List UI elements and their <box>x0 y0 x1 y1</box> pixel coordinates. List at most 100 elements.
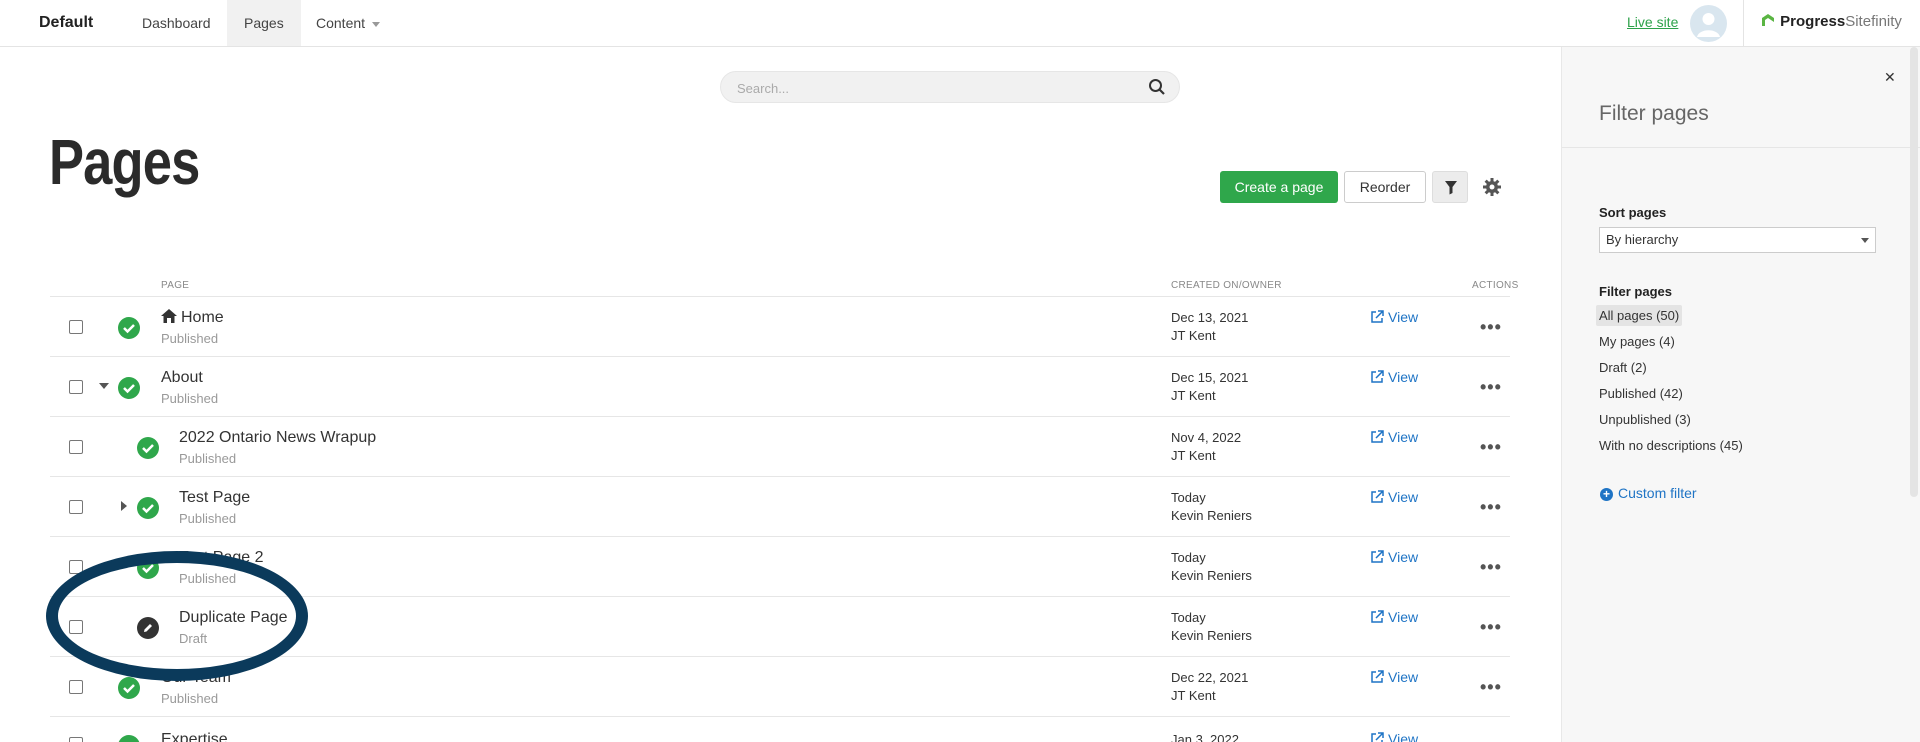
filter-all-pages[interactable]: All pages (50) <box>1596 305 1683 326</box>
collapse-toggle-icon[interactable] <box>99 383 109 389</box>
page-status: Published <box>161 391 219 406</box>
row-checkbox[interactable] <box>69 440 83 454</box>
more-actions-icon[interactable]: ••• <box>1480 557 1502 578</box>
created-date: Nov 4, 2022 <box>1171 430 1242 445</box>
custom-filter-link[interactable]: + Custom filter <box>1600 485 1697 501</box>
created-date: Today <box>1171 490 1206 505</box>
close-icon[interactable]: ✕ <box>1884 69 1896 86</box>
chevron-down-icon <box>1861 238 1869 243</box>
published-status-icon <box>137 497 159 519</box>
page-name[interactable]: Test Page <box>179 489 250 507</box>
published-status-icon <box>137 437 159 459</box>
row-checkbox[interactable] <box>69 737 83 742</box>
page-status: Published <box>161 691 219 706</box>
filter-unpublished[interactable]: Unpublished (3) <box>1596 409 1694 430</box>
published-status-icon <box>118 735 140 742</box>
page-name[interactable]: Home <box>161 309 224 327</box>
table-row[interactable]: Our Team Published Dec 22, 2021 JT Kent … <box>50 656 1510 716</box>
view-link-label: View <box>1388 609 1419 625</box>
view-link-label: View <box>1388 731 1419 742</box>
table-row[interactable]: 2022 Ontario News Wrapup Published Nov 4… <box>50 416 1510 476</box>
view-link[interactable]: View <box>1370 549 1418 565</box>
tab-content-label: Content <box>316 15 366 31</box>
page-name[interactable]: About <box>161 369 203 387</box>
tab-content[interactable]: Content <box>299 0 397 46</box>
row-checkbox[interactable] <box>69 680 83 694</box>
owner-name: JT Kent <box>1171 328 1216 343</box>
view-link-label: View <box>1388 669 1419 685</box>
gear-icon <box>1483 178 1501 196</box>
owner-name: Kevin Reniers <box>1171 508 1252 523</box>
page-name[interactable]: 2022 Ontario News Wrapup <box>179 429 376 447</box>
filter-my-pages[interactable]: My pages (4) <box>1596 331 1678 352</box>
view-link[interactable]: View <box>1370 429 1418 445</box>
tab-pages[interactable]: Pages <box>227 0 301 46</box>
row-checkbox[interactable] <box>69 320 83 334</box>
more-actions-icon[interactable]: ••• <box>1480 617 1502 638</box>
site-name[interactable]: Default <box>39 14 93 32</box>
view-link[interactable]: View <box>1370 669 1418 685</box>
view-link-label: View <box>1388 489 1419 505</box>
panel-divider <box>1562 147 1920 148</box>
logo-text-sitefinity: Sitefinity <box>1845 13 1902 30</box>
filter-pages-label: Filter pages <box>1599 284 1672 299</box>
expand-toggle-icon[interactable] <box>121 501 127 511</box>
more-actions-icon[interactable]: ••• <box>1480 317 1502 338</box>
live-site-link[interactable]: Live site <box>1627 14 1678 30</box>
table-row[interactable]: About Published Dec 15, 2021 JT Kent Vie… <box>50 356 1510 416</box>
external-link-icon <box>1371 310 1384 323</box>
view-link-label: View <box>1388 549 1419 565</box>
sort-pages-value: By hierarchy <box>1606 232 1679 247</box>
sort-pages-select[interactable]: By hierarchy <box>1599 227 1876 253</box>
owner-name: Kevin Reniers <box>1171 568 1252 583</box>
view-link[interactable]: View <box>1370 309 1418 325</box>
column-header-actions: ACTIONS <box>1472 280 1519 291</box>
external-link-icon <box>1371 490 1384 503</box>
filter-no-descriptions[interactable]: With no descriptions (45) <box>1596 435 1746 456</box>
view-link-label: View <box>1388 369 1419 385</box>
view-link[interactable]: View <box>1370 609 1418 625</box>
filter-published[interactable]: Published (42) <box>1596 383 1686 404</box>
logo-text-progress: Progress <box>1780 13 1846 30</box>
home-icon <box>161 309 177 323</box>
settings-button[interactable] <box>1480 175 1504 199</box>
reorder-button[interactable]: Reorder <box>1344 171 1426 203</box>
sort-pages-label: Sort pages <box>1599 205 1667 220</box>
external-link-icon <box>1371 670 1384 683</box>
scrollbar[interactable] <box>1910 47 1918 497</box>
create-page-button[interactable]: Create a page <box>1220 171 1338 203</box>
page-name-text: Home <box>181 309 224 326</box>
table-row[interactable]: Test Page Published Today Kevin Reniers … <box>50 476 1510 536</box>
filter-button[interactable] <box>1432 171 1468 203</box>
created-date: Today <box>1171 550 1206 565</box>
filter-draft[interactable]: Draft (2) <box>1596 357 1650 378</box>
search-box[interactable] <box>720 71 1180 103</box>
table-row[interactable]: Expertise Jan 3, 2022 View <box>50 716 1510 742</box>
row-checkbox[interactable] <box>69 380 83 394</box>
panel-title: Filter pages <box>1599 102 1709 125</box>
created-date: Dec 22, 2021 <box>1171 670 1249 685</box>
view-link[interactable]: View <box>1370 369 1418 385</box>
chevron-down-icon <box>372 21 381 27</box>
owner-name: JT Kent <box>1171 388 1216 403</box>
page-name[interactable]: Expertise <box>161 731 228 742</box>
user-avatar[interactable] <box>1690 5 1727 42</box>
search-icon[interactable] <box>1148 78 1166 96</box>
more-actions-icon[interactable]: ••• <box>1480 437 1502 458</box>
page-title: Pages <box>49 126 200 198</box>
owner-name: Kevin Reniers <box>1171 628 1252 643</box>
tab-dashboard[interactable]: Dashboard <box>125 0 228 46</box>
more-actions-icon[interactable]: ••• <box>1480 377 1502 398</box>
row-checkbox[interactable] <box>69 500 83 514</box>
page-status: Published <box>179 451 237 466</box>
view-link[interactable]: View <box>1370 731 1418 742</box>
table-row[interactable]: Home Published Dec 13, 2021 JT Kent View… <box>50 296 1510 356</box>
view-link[interactable]: View <box>1370 489 1418 505</box>
more-actions-icon[interactable]: ••• <box>1480 497 1502 518</box>
search-input[interactable] <box>737 78 1117 98</box>
published-status-icon <box>118 317 140 339</box>
progress-logo-icon <box>1762 14 1774 26</box>
external-link-icon <box>1371 610 1384 623</box>
more-actions-icon[interactable]: ••• <box>1480 677 1502 698</box>
progress-sitefinity-logo: ProgressSitefinity <box>1760 12 1902 30</box>
